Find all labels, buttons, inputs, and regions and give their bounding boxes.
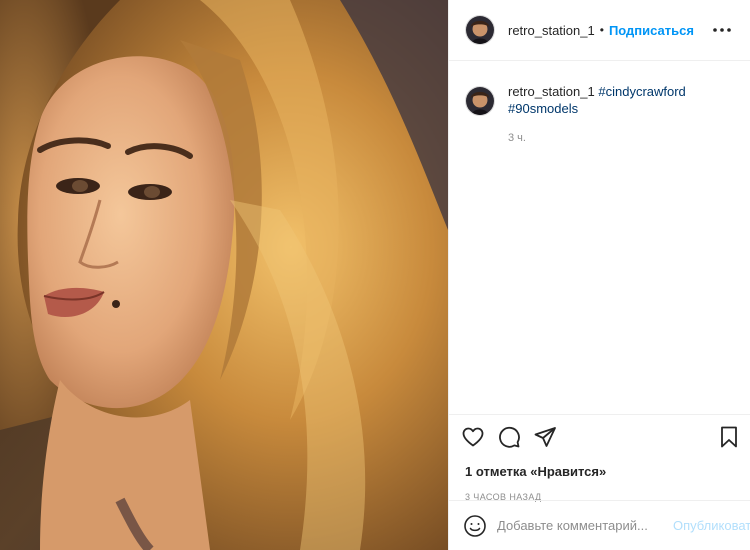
avatar[interactable] [465, 15, 495, 45]
comment-input[interactable] [497, 518, 673, 533]
header-username[interactable]: retro_station_1 [508, 23, 595, 38]
caption-body: retro_station_1 #cindycrawford #90smodel… [508, 83, 718, 147]
likes-count[interactable]: 1 отметка «Нравится» [459, 464, 743, 479]
smiley-face-icon[interactable] [463, 513, 487, 539]
post-actions: 1 отметка «Нравится» 3 часов назад [449, 414, 750, 502]
add-comment-bar: Опубликовать [449, 500, 750, 550]
instagram-post: retro_station_1 • Подписаться retro_stat… [0, 0, 750, 550]
post-header: retro_station_1 • Подписаться [449, 0, 750, 61]
bookmark-icon[interactable] [715, 423, 743, 451]
publish-button[interactable]: Опубликовать [673, 518, 750, 533]
more-horizontal-icon[interactable] [710, 18, 734, 42]
avatar[interactable] [465, 86, 495, 116]
paper-plane-icon[interactable] [531, 423, 559, 451]
post-caption: retro_station_1 #cindycrawford #90smodel… [449, 61, 750, 147]
follow-button[interactable]: Подписаться [609, 23, 694, 38]
action-icons [459, 423, 743, 451]
hashtag-link[interactable]: #90smodels [508, 101, 578, 116]
caption-timestamp: 3 ч. [508, 132, 526, 144]
caption-username[interactable]: retro_station_1 [508, 84, 595, 99]
post-side-panel: retro_station_1 • Подписаться retro_stat… [448, 0, 750, 550]
avatar-image [466, 16, 494, 44]
comment-bubble-icon[interactable] [495, 423, 523, 451]
post-photo[interactable] [0, 0, 448, 550]
portrait-image [0, 0, 448, 550]
avatar-image [466, 87, 494, 115]
separator-dot: • [599, 23, 604, 37]
hashtag-link[interactable]: #cindycrawford [598, 84, 685, 99]
heart-icon[interactable] [459, 423, 487, 451]
caption-text: retro_station_1 #cindycrawford #90smodel… [508, 83, 718, 117]
